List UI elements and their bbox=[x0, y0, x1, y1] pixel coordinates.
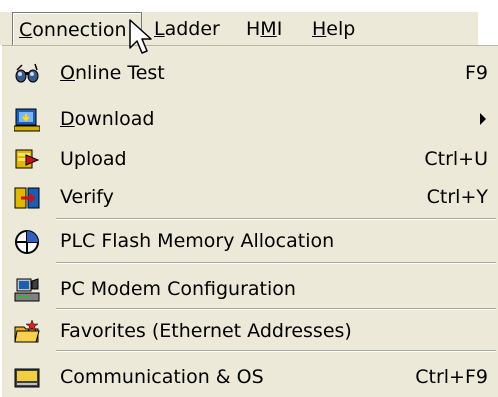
menu-help[interactable]: Help bbox=[306, 12, 361, 46]
menu-item-favorites[interactable]: Favorites (Ethernet Addresses) bbox=[2, 312, 498, 350]
menu-connection-accel: C bbox=[19, 19, 33, 41]
label-text: Communication & OS bbox=[60, 366, 264, 388]
menu-ladder[interactable]: Ladder bbox=[148, 12, 226, 46]
accelerator-letter: O bbox=[60, 62, 75, 84]
shortcut-text: Ctrl+F9 bbox=[415, 366, 488, 388]
label-text: Favorites (Ethernet Addresses) bbox=[60, 320, 352, 342]
menu-help-rest: elp bbox=[326, 18, 356, 40]
menu-item-download[interactable]: Download bbox=[2, 100, 498, 138]
menu-hmi[interactable]: HMI bbox=[240, 12, 288, 46]
menu-item-plc-flash-memory[interactable]: PLC Flash Memory Allocation bbox=[2, 222, 498, 260]
modem-icon bbox=[14, 278, 40, 302]
menu-item-label: Favorites (Ethernet Addresses) bbox=[60, 312, 352, 350]
menu-item-label: Download bbox=[60, 100, 154, 138]
communication-icon bbox=[14, 368, 40, 388]
menu-bar: Connection Ladder HMI Help bbox=[0, 0, 498, 51]
upload-icon bbox=[15, 149, 40, 169]
menu-help-accel: H bbox=[312, 18, 327, 40]
download-icon bbox=[14, 108, 40, 132]
label-text: nline Test bbox=[74, 62, 165, 84]
verify-icon bbox=[14, 187, 40, 209]
menu-hmi-rest: I bbox=[276, 18, 283, 40]
mouse-cursor-icon bbox=[129, 19, 152, 54]
flash-memory-icon bbox=[15, 230, 39, 254]
shortcut-text: Ctrl+U bbox=[424, 148, 488, 170]
menu-item-label: Online Test bbox=[60, 54, 165, 92]
menu-item-upload[interactable]: Upload Ctrl+U bbox=[2, 140, 498, 178]
menu-hmi-pre: H bbox=[246, 18, 261, 40]
menu-separator bbox=[56, 308, 496, 310]
menu-ladder-rest: adder bbox=[164, 18, 220, 40]
shortcut-text: F9 bbox=[464, 62, 488, 84]
submenu-arrow-icon bbox=[480, 113, 486, 125]
menu-item-online-test[interactable]: Online Test F9 bbox=[2, 54, 498, 92]
menu-separator bbox=[56, 350, 496, 352]
menu-hmi-accel: M bbox=[260, 18, 277, 40]
label-text: ownload bbox=[74, 108, 155, 130]
menu-separator bbox=[56, 218, 496, 220]
menu-item-label: PLC Flash Memory Allocation bbox=[60, 222, 334, 260]
label-text: Verify bbox=[60, 186, 114, 208]
label-text: PLC Flash Memory Allocation bbox=[60, 230, 335, 252]
favorites-folder-icon bbox=[14, 319, 40, 343]
menu-item-label: Verify bbox=[60, 178, 114, 216]
screen: Connection Ladder HMI Help Online Test F… bbox=[0, 0, 498, 397]
menu-connection-rest: onnection bbox=[32, 19, 127, 41]
menu-item-label: Upload bbox=[60, 140, 127, 178]
menu-item-communication-os[interactable]: Communication & OS Ctrl+F9 bbox=[2, 358, 498, 396]
menu-item-verify[interactable]: Verify Ctrl+Y bbox=[2, 178, 498, 216]
label-text: PC Modem Configuration bbox=[60, 278, 296, 300]
menu-connection[interactable]: Connection bbox=[12, 12, 142, 46]
menu-ladder-accel: L bbox=[154, 18, 165, 40]
accelerator-letter: D bbox=[60, 108, 75, 130]
menu-item-pc-modem[interactable]: PC Modem Configuration bbox=[2, 270, 498, 308]
menu-item-label: Communication & OS bbox=[60, 358, 264, 396]
shortcut-text: Ctrl+Y bbox=[426, 186, 488, 208]
menu-separator bbox=[56, 262, 496, 264]
menu-item-label: PC Modem Configuration bbox=[60, 270, 296, 308]
glasses-icon bbox=[15, 63, 39, 83]
label-text: Upload bbox=[60, 148, 127, 170]
